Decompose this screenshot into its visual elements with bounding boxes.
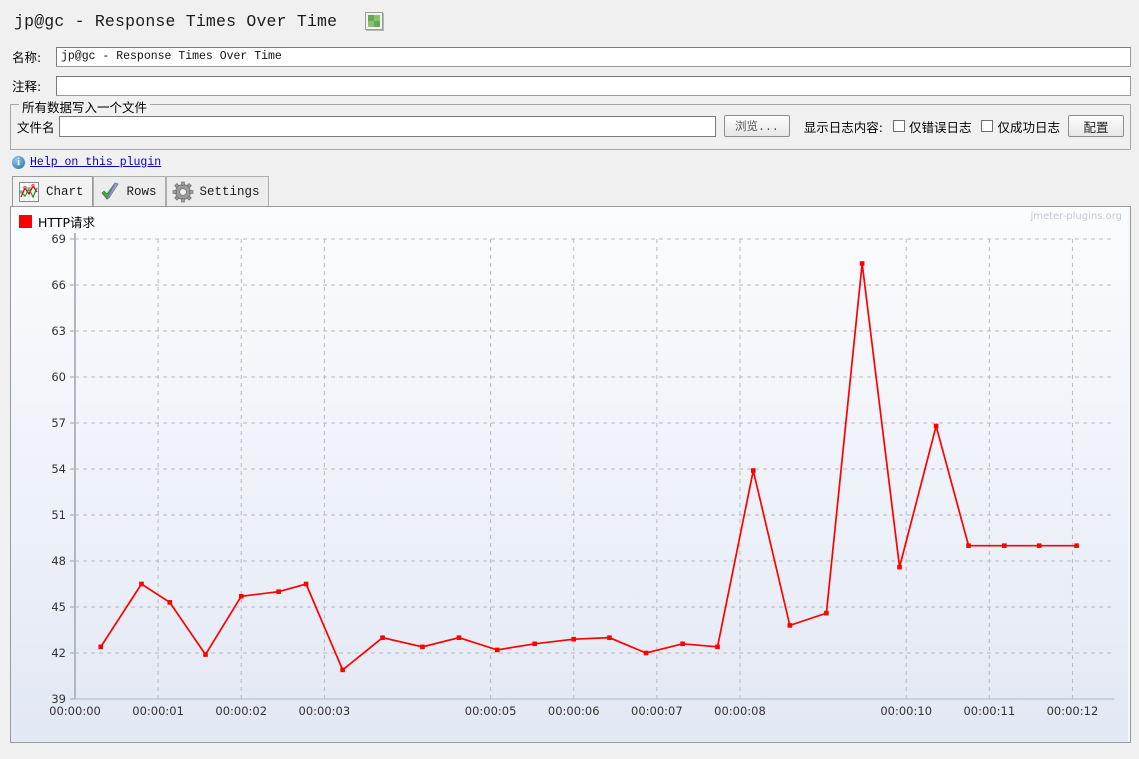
chart-panel[interactable]: HTTP请求 jmeter-plugins.org Response times… bbox=[10, 206, 1131, 743]
svg-text:54: 54 bbox=[51, 462, 66, 476]
help-on-this-plugin-link[interactable]: Help on this plugin bbox=[30, 156, 161, 169]
errors-only-checkbox[interactable]: 仅错误日志 bbox=[892, 117, 972, 136]
svg-text:00:00:11: 00:00:11 bbox=[963, 704, 1015, 718]
svg-text:51: 51 bbox=[51, 508, 66, 522]
svg-text:00:00:08: 00:00:08 bbox=[714, 704, 766, 718]
group-title: 所有数据写入一个文件 bbox=[19, 97, 151, 116]
svg-text:00:00:06: 00:00:06 bbox=[548, 704, 600, 718]
comment-label: 注释: bbox=[12, 79, 42, 94]
name-input[interactable] bbox=[56, 46, 1131, 67]
tab-rows-label: Rows bbox=[126, 184, 157, 199]
svg-text:42: 42 bbox=[51, 646, 66, 660]
tab-chart-label: Chart bbox=[46, 184, 84, 199]
filename-row: 文件名 浏览... 显示日志内容: 仅错误日志 仅成功日志 配置 bbox=[17, 115, 1124, 137]
svg-text:60: 60 bbox=[51, 370, 66, 384]
info-icon: i bbox=[12, 155, 25, 169]
checkbox-box-errors[interactable] bbox=[892, 120, 905, 132]
svg-text:48: 48 bbox=[51, 554, 66, 568]
browse-button[interactable]: 浏览... bbox=[724, 115, 790, 137]
chart-icon bbox=[18, 181, 40, 203]
line-chart-plot: 394245485154576063666900:00:00 00:00:01 00… bbox=[11, 207, 1128, 742]
checkmark-icon bbox=[99, 181, 121, 203]
svg-text:63: 63 bbox=[51, 324, 66, 338]
log-content-label: 显示日志内容: bbox=[803, 119, 883, 135]
svg-text:00:00:10: 00:00:10 bbox=[880, 704, 932, 718]
watermark: jmeter-plugins.org bbox=[1030, 211, 1122, 222]
svg-text:00:00:02: 00:00:02 bbox=[215, 704, 267, 718]
svg-text:00:00:00: 00:00:00 bbox=[49, 704, 101, 718]
svg-text:00:00:07: 00:00:07 bbox=[631, 704, 683, 718]
tab-settings-label: Settings bbox=[199, 184, 260, 199]
tab-chart[interactable]: Chart bbox=[12, 176, 93, 206]
svg-text:00:00:01: 00:00:01 bbox=[132, 704, 184, 718]
svg-text:00:00:03: 00:00:03 bbox=[299, 704, 351, 718]
jmeter-response-times-over-time-window: jp@gc - Response Times Over Time 名称: 注释:… bbox=[0, 0, 1139, 759]
svg-text:45: 45 bbox=[51, 600, 66, 614]
success-only-checkbox[interactable]: 仅成功日志 bbox=[981, 117, 1060, 136]
comment-row: 注释: bbox=[0, 71, 1139, 100]
tab-bar: Chart Rows Settings bbox=[0, 174, 1139, 206]
page-title: jp@gc - Response Times Over Time bbox=[14, 11, 338, 31]
window-titlebar: jp@gc - Response Times Over Time bbox=[0, 0, 1139, 42]
tab-settings[interactable]: Settings bbox=[165, 176, 269, 206]
filename-input[interactable] bbox=[58, 115, 717, 137]
checkbox-box-success[interactable] bbox=[981, 120, 994, 132]
name-label: 名称: bbox=[12, 50, 42, 65]
svg-text:69: 69 bbox=[51, 232, 66, 246]
legend-label: HTTP请求 bbox=[38, 215, 95, 230]
help-row: i Help on this plugin bbox=[0, 150, 1139, 172]
comment-input[interactable] bbox=[56, 75, 1131, 96]
errors-only-label: 仅错误日志 bbox=[908, 119, 972, 135]
maximize-icon[interactable] bbox=[365, 12, 384, 30]
tab-rows[interactable]: Rows bbox=[92, 176, 166, 206]
svg-text:00:00:12: 00:00:12 bbox=[1047, 704, 1099, 718]
filename-label: 文件名 bbox=[17, 119, 55, 135]
svg-text:66: 66 bbox=[51, 278, 66, 292]
configure-button[interactable]: 配置 bbox=[1068, 115, 1124, 137]
svg-text:57: 57 bbox=[51, 416, 66, 430]
legend-swatch bbox=[19, 215, 32, 228]
svg-text:00:00:05: 00:00:05 bbox=[465, 704, 517, 718]
chart-legend: HTTP请求 bbox=[19, 212, 95, 231]
name-row: 名称: bbox=[0, 42, 1139, 71]
success-only-label: 仅成功日志 bbox=[997, 119, 1060, 135]
write-all-data-to-file-group: 所有数据写入一个文件 文件名 浏览... 显示日志内容: 仅错误日志 仅成功日志… bbox=[10, 97, 1131, 150]
gear-icon bbox=[172, 181, 194, 203]
